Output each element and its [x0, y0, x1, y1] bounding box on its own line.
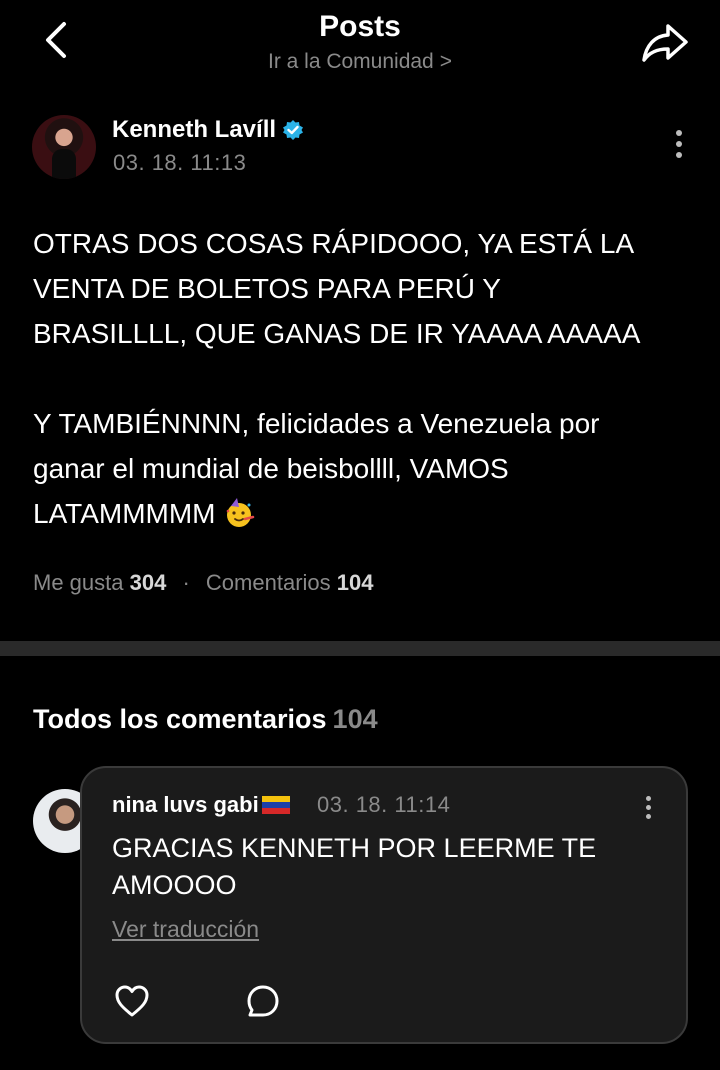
comment-text: GRACIAS KENNETH POR LEERME TE AMOOOO [112, 833, 597, 900]
go-to-community-link[interactable]: Ir a la Comunidad > [0, 50, 720, 74]
share-icon[interactable] [640, 20, 690, 64]
comment-timestamp: 03. 18. 11:14 [317, 792, 451, 817]
like-heart-icon[interactable] [114, 984, 150, 1018]
post-paragraph-2: Y TAMBIÉNNNN, felicidades a Venezuela po… [33, 408, 600, 529]
venezuela-flag-icon [261, 796, 290, 814]
reply-bubble-icon[interactable] [246, 984, 280, 1018]
comment-more-options-icon[interactable] [641, 796, 655, 826]
post-more-options-icon[interactable] [672, 130, 686, 166]
author-avatar[interactable] [32, 115, 96, 179]
page-title: Posts [319, 10, 401, 43]
go-to-community-label: Ir a la Comunidad [267, 50, 434, 73]
verified-badge-icon [283, 120, 304, 140]
all-comments-heading: Todos los comentarios 104 [33, 704, 378, 735]
stats-separator: · [182, 570, 190, 595]
post-content: OTRAS DOS COSAS RÁPIDOOO, YA ESTÁ LA VEN… [33, 221, 693, 536]
author-name[interactable]: Kenneth Lavíll [112, 116, 304, 144]
chevron-right-icon: > [439, 50, 453, 73]
comments-label: Comentarios [205, 570, 331, 595]
comments-count: 104 [336, 570, 374, 595]
author-name-text: Kenneth Lavíll [112, 116, 277, 143]
post-timestamp: 03. 18. 11:13 [113, 150, 247, 175]
section-divider [0, 641, 720, 656]
top-bar: Posts Ir a la Comunidad > [0, 0, 720, 100]
likes-count: 304 [129, 570, 167, 595]
commenter-name[interactable]: nina luvs gabi [112, 792, 290, 818]
party-face-emoji-icon [226, 498, 255, 527]
likes-label: Me gusta [33, 570, 124, 595]
all-comments-count: 104 [332, 704, 378, 734]
post-paragraph-1: OTRAS DOS COSAS RÁPIDOOO, YA ESTÁ LA VEN… [33, 228, 641, 349]
all-comments-title: Todos los comentarios [33, 704, 327, 734]
see-translation-link[interactable]: Ver traducción [112, 916, 259, 943]
post-stats: Me gusta 304 · Comentarios 104 [33, 570, 373, 596]
commenter-name-text: nina luvs gabi [112, 792, 259, 817]
